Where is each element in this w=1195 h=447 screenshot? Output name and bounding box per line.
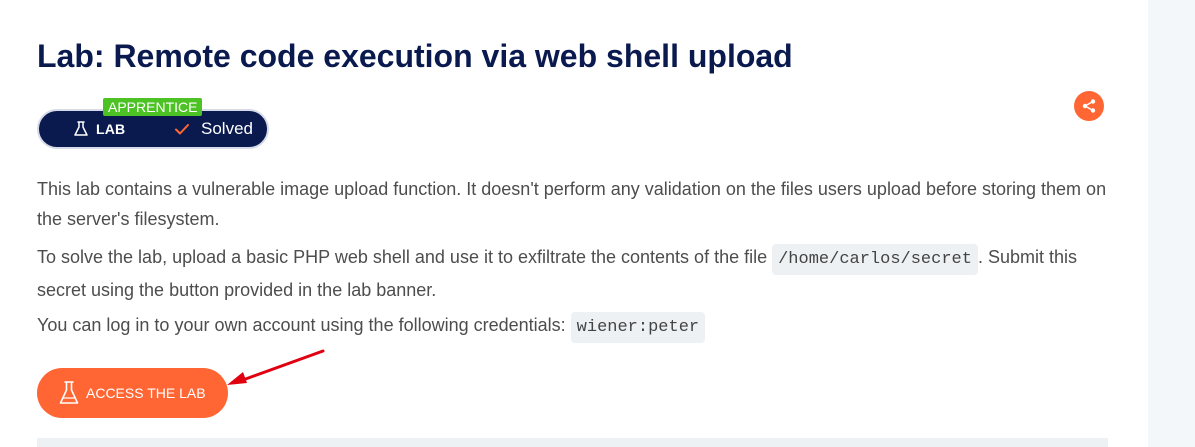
description-paragraph-1: This lab contains a vulnerable image upl… <box>37 179 1107 229</box>
right-sidebar-background <box>1148 0 1195 447</box>
secret-file-path: /home/carlos/secret <box>772 244 978 275</box>
lab-status-label: Solved <box>201 119 253 138</box>
check-icon <box>175 124 189 135</box>
p3-text-before: You can log in to your own account using… <box>37 315 571 335</box>
flask-icon <box>59 381 79 404</box>
access-lab-label: ACCESS THE LAB <box>86 385 206 401</box>
share-button[interactable] <box>1074 91 1104 121</box>
next-section-block <box>37 438 1108 447</box>
lab-page: Lab: Remote code execution via web shell… <box>0 0 1195 447</box>
lab-type-label: LAB <box>96 121 126 137</box>
share-icon <box>1082 99 1096 113</box>
page-title: Lab: Remote code execution via web shell… <box>37 38 793 74</box>
lab-badge: APPRENTICE LAB Solved <box>37 98 269 150</box>
flask-icon <box>74 121 88 136</box>
description-paragraph-3: You can log in to your own account using… <box>37 310 1112 343</box>
description-paragraph-2: To solve the lab, upload a basic PHP web… <box>37 242 1112 305</box>
credentials-code: wiener:peter <box>570 312 706 343</box>
annotation-arrow <box>227 349 325 385</box>
level-tag: APPRENTICE <box>103 98 203 116</box>
p2-text-before: To solve the lab, upload a basic PHP web… <box>37 247 773 267</box>
access-lab-button[interactable]: ACCESS THE LAB <box>37 368 228 418</box>
